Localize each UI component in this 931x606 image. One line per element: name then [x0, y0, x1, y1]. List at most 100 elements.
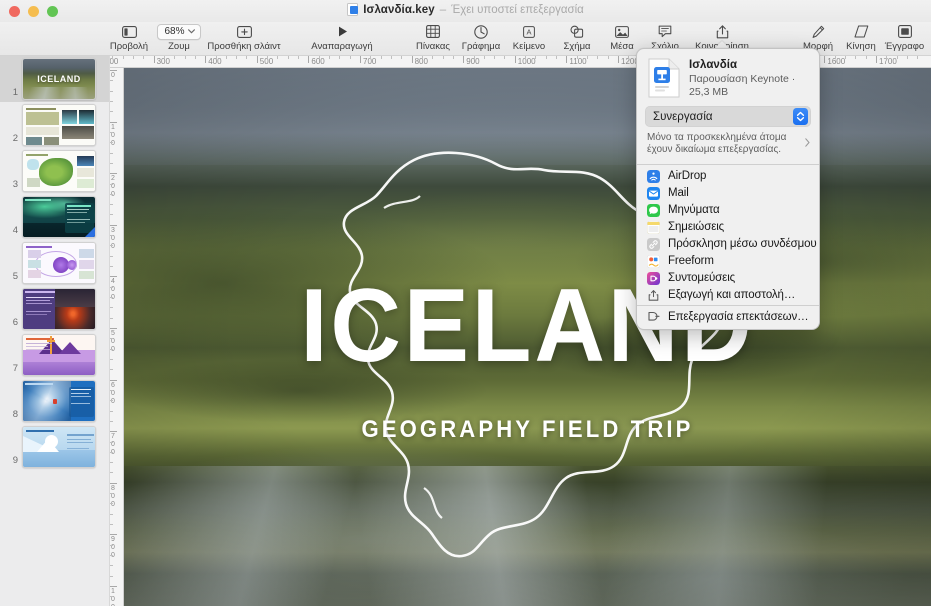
slide-thumbnail-8[interactable]: 8: [0, 378, 110, 424]
ruler-minor-tick: [110, 390, 113, 391]
ruler-minor-tick: [110, 245, 113, 246]
share-item-airdrop[interactable]: AirDrop: [637, 168, 819, 185]
slide-thumbnail-image[interactable]: [22, 104, 96, 146]
toolbar-play-button[interactable]: Αναπαραγωγή: [296, 22, 388, 56]
slide-thumbnail-image[interactable]: [22, 426, 96, 468]
ruler-minor-tick: [110, 524, 113, 525]
ruler-label: 5 0 0: [111, 330, 121, 354]
ruler-minor-tick: [110, 80, 113, 81]
mail-icon: [647, 187, 660, 200]
ruler-minor-tick: [110, 163, 113, 164]
ruler-minor-tick: [577, 56, 578, 59]
ruler-minor-tick: [110, 153, 113, 154]
share-item-notes[interactable]: Σημειώσεις: [637, 219, 819, 236]
slide-thumbnail-7[interactable]: 7: [0, 332, 110, 378]
ruler-minor-tick: [110, 462, 113, 463]
sidebar-panel-icon: [122, 23, 137, 40]
ruler-minor-tick: [110, 514, 113, 515]
slide-thumbnail-image[interactable]: [22, 196, 96, 238]
comment-icon: [658, 23, 672, 40]
slide-thumbnail-1[interactable]: 1 ICELAND: [0, 56, 110, 102]
zoom-chip[interactable]: 68%: [157, 23, 200, 40]
ruler-minor-tick: [391, 56, 392, 59]
share-item-link[interactable]: Πρόσκληση μέσω συνδέσμου: [637, 236, 819, 253]
chevron-down-icon: [188, 29, 195, 34]
ruler-minor-tick: [866, 56, 867, 59]
ruler-minor-tick: [597, 56, 598, 59]
toolbar-text-button[interactable]: A Κείμενο: [503, 22, 555, 56]
share-item-label: Συντομεύσεις: [668, 272, 735, 284]
ruler-label: 900: [463, 56, 479, 67]
share-item-export[interactable]: Εξαγωγή και αποστολή…: [637, 287, 819, 304]
slide-thumbnail-9[interactable]: 9: [0, 424, 110, 470]
slide-thumbnail-3[interactable]: 3: [0, 148, 110, 194]
document-title[interactable]: Ισλανδία.key: [363, 4, 435, 16]
toolbar-add-slide-button[interactable]: Προσθήκη σλάιντ: [196, 22, 292, 56]
ruler-minor-tick: [339, 56, 340, 59]
toolbar-animate-label: Κίνηση: [846, 41, 876, 53]
ruler-minor-tick: [277, 56, 278, 59]
slide-thumbnail-image[interactable]: [22, 334, 96, 376]
share-item-edit-extensions-label: Επεξεργασία επεκτάσεων…: [668, 311, 809, 323]
ruler-minor-tick: [110, 235, 113, 236]
ruler-minor-tick: [474, 56, 475, 59]
slide-thumbnail-image[interactable]: ICELAND: [22, 58, 96, 100]
ruler-tick: [110, 380, 117, 381]
share-item-freeform[interactable]: Freeform: [637, 253, 819, 270]
stepper-updown-icon[interactable]: [793, 108, 808, 125]
ruler-minor-tick: [494, 56, 495, 59]
toolbar-media-label: Μέσα: [610, 41, 634, 53]
document-icon: [898, 23, 912, 40]
slide-thumbnail-4[interactable]: 4: [0, 194, 110, 240]
share-item-mail[interactable]: Mail: [637, 185, 819, 202]
ruler-minor-tick: [110, 91, 113, 92]
shape-icon: [570, 23, 584, 40]
collaboration-label: Συνεργασία: [653, 111, 713, 123]
share-item-messages[interactable]: Μηνύματα: [637, 202, 819, 219]
slide-thumbnail-image[interactable]: [22, 150, 96, 192]
slide-thumbnail-image[interactable]: [22, 288, 96, 330]
share-popover[interactable]: Ισλανδία Παρουσίαση Keynote · 25,3 MB Συ…: [636, 48, 820, 330]
format-brush-icon: [811, 23, 825, 40]
ruler-minor-tick: [401, 56, 402, 59]
ruler-label: 800: [412, 56, 428, 67]
ruler-minor-tick: [110, 596, 113, 597]
ruler-minor-tick: [504, 56, 505, 59]
popover-divider-bottom: [637, 305, 819, 306]
media-icon: [615, 23, 629, 40]
share-item-label: Freeform: [668, 255, 714, 267]
ruler-minor-tick: [110, 307, 113, 308]
chevron-right-icon[interactable]: [805, 138, 810, 150]
toolbar-view-label: Προβολή: [110, 41, 148, 53]
slide-thumbnail-5[interactable]: 5: [0, 240, 110, 286]
share-item-edit-extensions[interactable]: Επεξεργασία επεκτάσεων…: [637, 308, 819, 325]
toolbar-table-button[interactable]: Πίνακας: [408, 22, 458, 56]
toolbar-shape-button[interactable]: Σχήμα: [553, 22, 601, 56]
permission-note-row[interactable]: Μόνο τα προσκεκλημένα άτομα έχουν δικαίω…: [637, 127, 819, 163]
ruler-minor-tick: [110, 318, 113, 319]
slide-thumbnail-image[interactable]: [22, 242, 96, 284]
ruler-minor-tick: [110, 400, 113, 401]
slide-navigator-sidebar[interactable]: 1 ICELAND2 3: [0, 56, 110, 606]
popover-file-name: Ισλανδία: [689, 58, 808, 72]
slide-thumbnail-2[interactable]: 2: [0, 102, 110, 148]
toolbar-view-button[interactable]: Προβολή: [98, 22, 160, 56]
text-icon: A: [522, 23, 536, 40]
collaboration-selector[interactable]: Συνεργασία: [645, 106, 811, 127]
toolbar-chart-button[interactable]: Γράφημα: [453, 22, 509, 56]
vertical-ruler: 01 0 02 0 03 0 04 0 05 0 06 0 07 0 08 0 …: [110, 68, 124, 606]
ruler-minor-tick: [110, 555, 113, 556]
ruler-minor-tick: [195, 56, 196, 59]
ruler-minor-tick: [110, 256, 113, 257]
slide-thumbnail-image[interactable]: [22, 380, 96, 422]
ruler-minor-tick: [484, 56, 485, 59]
toolbar-document-button[interactable]: Έγγραφο: [878, 22, 931, 56]
slide-thumbnail-6[interactable]: 6: [0, 286, 110, 332]
toolbar-table-label: Πίνακας: [416, 41, 450, 53]
share-item-shortcuts[interactable]: Συντομεύσεις: [637, 270, 819, 287]
ruler-minor-tick: [907, 56, 908, 59]
ruler-minor-tick: [110, 204, 113, 205]
slide-subtitle-text[interactable]: GEOGRAPHY FIELD TRIP: [156, 416, 898, 444]
ruler-minor-tick: [110, 452, 113, 453]
ruler-minor-tick: [110, 411, 113, 412]
